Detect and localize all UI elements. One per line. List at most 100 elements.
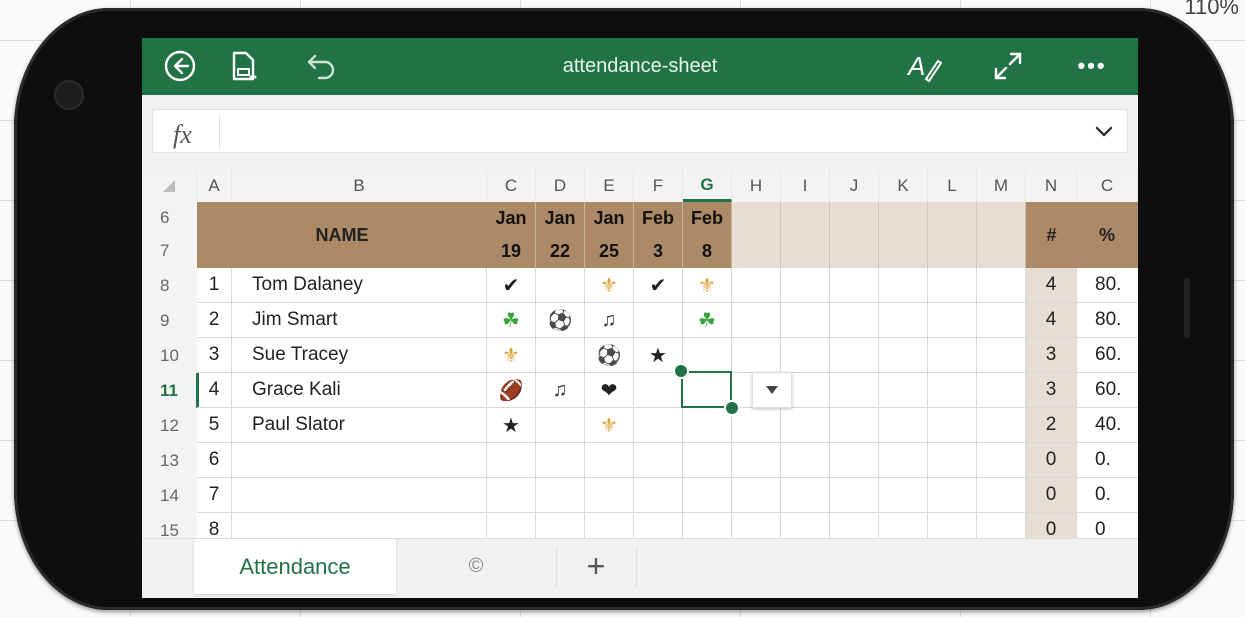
empty-cell[interactable] bbox=[732, 408, 781, 443]
empty-cell[interactable] bbox=[781, 268, 830, 303]
attendance-mark-cell[interactable]: ⚜ bbox=[487, 338, 536, 373]
column-header-j[interactable]: J bbox=[830, 170, 879, 202]
name-cell[interactable]: Tom Dalaney bbox=[232, 268, 487, 303]
name-cell[interactable]: Sue Tracey bbox=[232, 338, 487, 373]
empty-cell[interactable] bbox=[830, 408, 879, 443]
empty-cell[interactable] bbox=[879, 373, 928, 408]
empty-cell[interactable] bbox=[732, 443, 781, 478]
empty-cell[interactable] bbox=[879, 268, 928, 303]
column-header-n[interactable]: N bbox=[1026, 170, 1077, 202]
attendance-mark-cell[interactable]: ⚜ bbox=[585, 408, 634, 443]
count-cell[interactable]: 3 bbox=[1026, 373, 1077, 408]
attendance-mark-cell[interactable] bbox=[634, 373, 683, 408]
text-format-icon[interactable]: A bbox=[904, 46, 944, 86]
chevron-down-icon[interactable] bbox=[1093, 120, 1115, 147]
empty-cell[interactable] bbox=[830, 338, 879, 373]
attendance-mark-cell[interactable] bbox=[634, 443, 683, 478]
empty-cell[interactable] bbox=[977, 513, 1026, 538]
selection-handle-start[interactable] bbox=[673, 363, 689, 379]
name-cell[interactable]: Grace Kali bbox=[232, 373, 487, 408]
selection-handle-end[interactable] bbox=[724, 400, 740, 416]
count-cell[interactable]: 3 bbox=[1026, 338, 1077, 373]
empty-cell[interactable] bbox=[928, 443, 977, 478]
row-number-cell[interactable]: 5 bbox=[197, 408, 232, 443]
column-header-l[interactable]: L bbox=[928, 170, 977, 202]
attendance-mark-cell[interactable] bbox=[585, 478, 634, 513]
row-header-8[interactable]: 8 bbox=[142, 268, 197, 303]
empty-cell[interactable] bbox=[781, 303, 830, 338]
empty-cell[interactable] bbox=[732, 338, 781, 373]
attendance-mark-cell[interactable] bbox=[585, 513, 634, 538]
empty-cell[interactable] bbox=[879, 478, 928, 513]
more-options-icon[interactable]: ••• bbox=[1062, 46, 1122, 86]
attendance-mark-cell[interactable] bbox=[634, 408, 683, 443]
attendance-mark-cell[interactable]: ⚽ bbox=[585, 338, 634, 373]
row-header-11[interactable]: 11 bbox=[142, 373, 197, 408]
attendance-mark-cell[interactable] bbox=[487, 513, 536, 538]
attendance-mark-cell[interactable] bbox=[683, 338, 732, 373]
attendance-mark-cell[interactable] bbox=[683, 513, 732, 538]
empty-cell[interactable] bbox=[781, 513, 830, 538]
column-header-c[interactable]: C bbox=[487, 170, 536, 202]
percent-cell[interactable]: 60. bbox=[1077, 373, 1138, 408]
empty-cell[interactable] bbox=[977, 443, 1026, 478]
empty-cell[interactable] bbox=[879, 408, 928, 443]
selected-cell-g11[interactable] bbox=[681, 371, 732, 408]
row-header-6[interactable]: 6 bbox=[142, 202, 197, 233]
count-cell[interactable]: 4 bbox=[1026, 268, 1077, 303]
percent-cell[interactable]: 40. bbox=[1077, 408, 1138, 443]
attendance-mark-cell[interactable]: ❤ bbox=[585, 373, 634, 408]
name-cell[interactable]: Jim Smart bbox=[232, 303, 487, 338]
column-header-d[interactable]: D bbox=[536, 170, 585, 202]
row-header-14[interactable]: 14 bbox=[142, 478, 197, 513]
empty-cell[interactable] bbox=[928, 513, 977, 538]
percent-cell[interactable]: 80. bbox=[1077, 268, 1138, 303]
empty-cell[interactable] bbox=[830, 268, 879, 303]
column-header-k[interactable]: K bbox=[879, 170, 928, 202]
percent-cell[interactable]: 0 bbox=[1077, 513, 1138, 538]
empty-cell[interactable] bbox=[830, 373, 879, 408]
name-cell[interactable] bbox=[232, 513, 487, 538]
percent-cell[interactable]: 60. bbox=[1077, 338, 1138, 373]
empty-cell[interactable] bbox=[830, 303, 879, 338]
attendance-mark-cell[interactable] bbox=[536, 478, 585, 513]
tab-second-sheet[interactable]: © bbox=[396, 539, 556, 594]
row-header-12[interactable]: 12 bbox=[142, 408, 197, 443]
column-header-h[interactable]: H bbox=[732, 170, 781, 202]
attendance-mark-cell[interactable] bbox=[487, 478, 536, 513]
expand-icon[interactable] bbox=[988, 46, 1028, 86]
percent-cell[interactable]: 0. bbox=[1077, 443, 1138, 478]
attendance-mark-cell[interactable] bbox=[683, 443, 732, 478]
attendance-mark-cell[interactable] bbox=[683, 478, 732, 513]
attendance-mark-cell[interactable]: ⚽ bbox=[536, 303, 585, 338]
attendance-mark-cell[interactable] bbox=[536, 338, 585, 373]
formula-input[interactable]: fx bbox=[152, 109, 1128, 153]
name-cell[interactable] bbox=[232, 443, 487, 478]
empty-cell[interactable] bbox=[977, 303, 1026, 338]
row-number-cell[interactable]: 4 bbox=[197, 373, 232, 408]
attendance-mark-cell[interactable]: ⚜ bbox=[585, 268, 634, 303]
attendance-mark-cell[interactable]: 🏈 bbox=[487, 373, 536, 408]
empty-cell[interactable] bbox=[879, 303, 928, 338]
count-cell[interactable]: 0 bbox=[1026, 443, 1077, 478]
row-header-15[interactable]: 15 bbox=[142, 513, 197, 538]
count-cell[interactable]: 0 bbox=[1026, 478, 1077, 513]
attendance-mark-cell[interactable]: ★ bbox=[487, 408, 536, 443]
empty-cell[interactable] bbox=[732, 513, 781, 538]
percent-cell[interactable]: 0. bbox=[1077, 478, 1138, 513]
column-header-g[interactable]: G bbox=[683, 170, 732, 202]
attendance-mark-cell[interactable]: ☘ bbox=[487, 303, 536, 338]
column-header-a[interactable]: A bbox=[197, 170, 232, 202]
column-header-c-2[interactable]: C bbox=[1077, 170, 1138, 202]
attendance-mark-cell[interactable]: ☘ bbox=[683, 303, 732, 338]
empty-cell[interactable] bbox=[732, 478, 781, 513]
empty-cell[interactable] bbox=[977, 268, 1026, 303]
name-cell[interactable] bbox=[232, 478, 487, 513]
row-number-cell[interactable]: 1 bbox=[197, 268, 232, 303]
select-all-corner[interactable] bbox=[142, 170, 197, 202]
empty-cell[interactable] bbox=[928, 268, 977, 303]
empty-cell[interactable] bbox=[928, 338, 977, 373]
empty-cell[interactable] bbox=[830, 443, 879, 478]
empty-cell[interactable] bbox=[879, 338, 928, 373]
empty-cell[interactable] bbox=[977, 478, 1026, 513]
